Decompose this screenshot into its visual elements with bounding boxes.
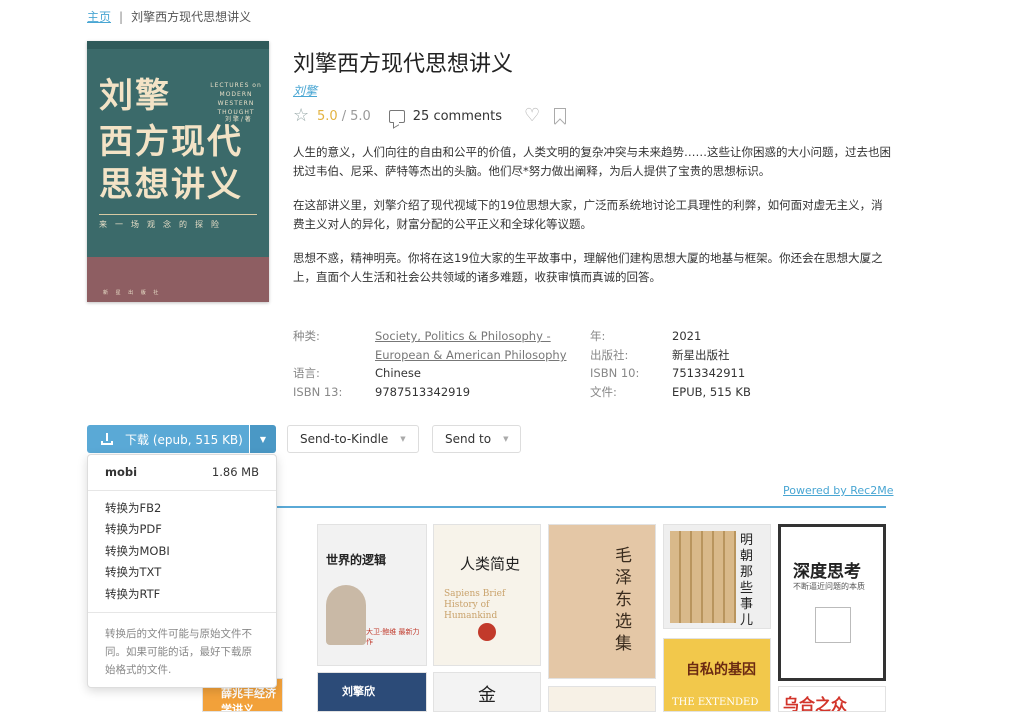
download-icon xyxy=(101,433,113,445)
rec-book-title: 薛兆丰经济学讲义 xyxy=(221,687,276,712)
recommendation-book[interactable] xyxy=(548,686,656,712)
cover-publisher: 新 星 出 版 社 xyxy=(103,290,162,296)
mobi-file-size: 1.86 MB xyxy=(211,465,259,479)
description-paragraph: 思想不惑，精神明亮。你将在这19位大家的生平故事中，理解他们建构思想大厦的地基与… xyxy=(293,251,883,284)
book-description: 人生的意义，人们向往的自由和公平的价值，人类文明的复杂冲突与未来趋势……这些让你… xyxy=(293,143,893,302)
recommendation-book[interactable]: 人类简史 Sapiens Brief History of Humankind xyxy=(433,524,541,666)
download-button[interactable]: 下载 (epub, 515 KB) xyxy=(87,425,249,453)
rating-row: ☆ 5.0 / 5.0 25 comments ♡ xyxy=(293,107,567,125)
recommendation-book[interactable]: 乌合之众 xyxy=(778,686,886,712)
breadcrumb-home-link[interactable]: 主页 xyxy=(87,8,111,25)
cover-english-title: LECTURES on MODERN WESTERN THOUGHT xyxy=(210,82,262,116)
property-label: 文件: xyxy=(590,385,617,399)
convert-to-mobi-option[interactable]: 转换为MOBI xyxy=(105,543,170,559)
property-value: 新星出版社 xyxy=(672,348,730,362)
mobi-format-label: mobi xyxy=(105,465,138,479)
send-to-kindle-label: Send-to-Kindle xyxy=(300,432,389,446)
breadcrumb-separator: | xyxy=(119,9,124,24)
convert-to-fb2-option[interactable]: 转换为FB2 xyxy=(105,500,161,516)
property-label: 语言: xyxy=(293,366,320,380)
recommendation-book[interactable]: 毛泽东选集 xyxy=(548,524,656,679)
property-label: 出版社: xyxy=(590,348,629,362)
conversion-note: 转换后的文件可能与原始文件不同。如果可能的话，最好下载原始格式的文件. xyxy=(105,628,252,676)
rec-book-box-set xyxy=(670,531,736,623)
rec-book-title: 世界的逻辑 xyxy=(326,553,387,567)
recommendation-book[interactable]: 世界的逻辑 大卫·鲍维 最新力作 xyxy=(317,524,427,666)
rating-max: 5.0 xyxy=(350,108,371,124)
rec-book-caption: 不断逼近问题的本质 xyxy=(793,582,865,591)
recommendation-book[interactable]: 自私的基因 THE EXTENDED xyxy=(663,638,771,712)
rec-book-title: 深度思考 xyxy=(793,562,861,582)
rec-book-title: 毛泽东选集 xyxy=(615,546,632,654)
property-value: 9787513342919 xyxy=(375,385,471,399)
rec-book-title: 刘擎欣 xyxy=(342,685,375,698)
rec-book-title: 明朝那些事儿 xyxy=(740,533,754,628)
bookmark-icon[interactable] xyxy=(554,108,567,124)
author-link[interactable]: 刘擎 xyxy=(293,82,317,99)
rec-book-title: 自私的基因 xyxy=(686,662,756,678)
comment-icon[interactable] xyxy=(388,109,405,123)
dropdown-divider xyxy=(88,612,276,613)
description-paragraph: 人生的意义，人们向往的自由和公平的价值，人类文明的复杂冲突与未来趋势……这些让你… xyxy=(293,145,891,178)
convert-to-pdf-option[interactable]: 转换为PDF xyxy=(105,521,162,537)
rec-book-caption: 大卫·鲍维 最新力作 xyxy=(366,628,420,646)
dropdown-divider xyxy=(88,490,276,491)
cover-title-line2: 西方现代 xyxy=(99,122,243,162)
rec-book-title: 人类简史 xyxy=(460,555,521,573)
property-label: 种类: xyxy=(293,329,320,343)
convert-to-txt-option[interactable]: 转换为TXT xyxy=(105,564,161,580)
heart-icon[interactable]: ♡ xyxy=(524,107,540,125)
recommendation-book[interactable]: 深度思考 不断逼近问题的本质 xyxy=(778,524,886,681)
property-value: Chinese xyxy=(375,366,421,380)
recommendation-book[interactable]: 刘擎欣 xyxy=(317,672,427,712)
property-label: 年: xyxy=(590,329,606,343)
property-label: ISBN 10: xyxy=(590,366,640,380)
property-value: 2021 xyxy=(672,329,702,343)
rec-book-title: 金 xyxy=(478,685,496,706)
convert-to-rtf-option[interactable]: 转换为RTF xyxy=(105,586,160,602)
cover-title-line3: 思想讲义 xyxy=(99,165,243,205)
cover-author: 刘 擎 / 著 xyxy=(225,116,251,123)
recommendation-book[interactable]: 金 xyxy=(433,672,541,712)
send-to-button[interactable]: Send to ▼ xyxy=(432,425,522,453)
chevron-down-icon: ▼ xyxy=(400,435,406,443)
rec-book-portrait xyxy=(326,585,366,645)
category-link[interactable]: Society, Politics & Philosophy - xyxy=(375,327,551,346)
send-to-kindle-button[interactable]: Send-to-Kindle ▼ xyxy=(287,425,419,453)
book-title: 刘擎西方现代思想讲义 xyxy=(293,52,514,77)
send-to-label: Send to xyxy=(445,432,492,446)
breadcrumb: 主页 | 刘擎西方现代思想讲义 xyxy=(87,8,251,25)
property-label: ISBN 13: xyxy=(293,385,343,399)
rec-book-caption: Sapiens Brief History of Humankind xyxy=(444,589,506,621)
star-icon[interactable]: ☆ xyxy=(293,107,311,125)
rating-separator: / xyxy=(341,108,347,124)
chevron-down-icon: ▼ xyxy=(503,435,509,443)
rec-book-caption: THE EXTENDED xyxy=(672,697,759,708)
recommendation-book[interactable]: 明朝那些事儿 xyxy=(663,524,771,629)
rec-book-seal xyxy=(478,623,496,641)
cover-divider xyxy=(99,214,257,215)
book-cover-image[interactable]: 刘擎 西方现代 思想讲义 LECTURES on MODERN WESTERN … xyxy=(87,41,269,302)
category-link[interactable]: European & American Philosophy xyxy=(375,346,567,365)
description-paragraph: 在这部讲义里，刘擎介绍了现代视域下的19位思想大家，广泛而系统地讨论工具理性的利… xyxy=(293,198,883,231)
download-format-dropdown: mobi 1.86 MB 转换为FB2 转换为PDF 转换为MOBI 转换为TX… xyxy=(87,454,277,688)
rec-book-title: 乌合之众 xyxy=(783,695,848,712)
breadcrumb-current: 刘擎西方现代思想讲义 xyxy=(131,10,252,24)
property-value: 7513342911 xyxy=(672,366,746,380)
cover-subtitle: 来一场观念的探险 xyxy=(99,220,227,229)
chevron-down-icon: ▼ xyxy=(259,434,267,444)
powered-by-link[interactable]: Powered by Rec2Me xyxy=(783,484,893,497)
rec-book-frame xyxy=(815,607,851,643)
download-dropdown-toggle[interactable]: ▼ xyxy=(250,425,276,453)
cover-top-band xyxy=(87,41,269,49)
cover-title-line1: 刘擎 xyxy=(99,76,171,116)
rating-score: 5.0 xyxy=(317,108,338,124)
property-value: EPUB, 515 KB xyxy=(672,385,751,399)
comments-count[interactable]: 25 comments xyxy=(413,109,502,124)
mobi-download-option[interactable]: mobi 1.86 MB xyxy=(105,465,259,479)
download-label: 下载 (epub, 515 KB) xyxy=(125,432,243,447)
